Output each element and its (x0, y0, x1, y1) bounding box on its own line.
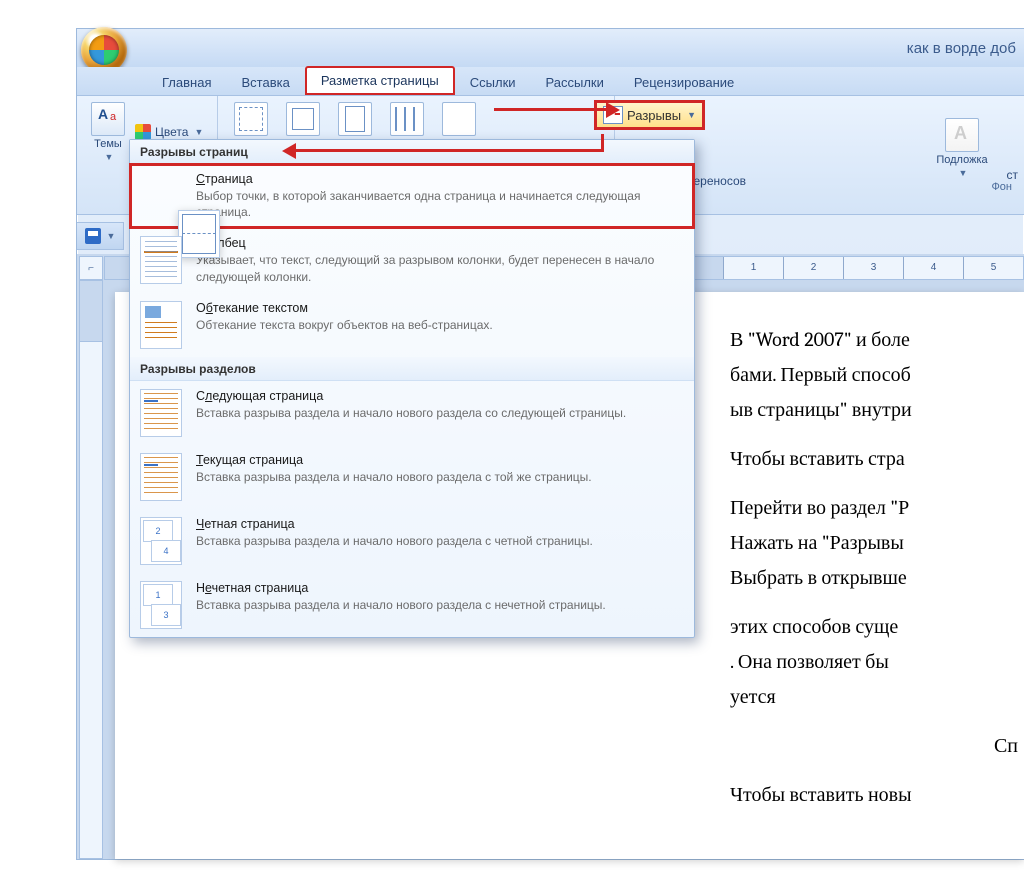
columns-button[interactable] (382, 100, 432, 138)
chevron-down-icon: ▼ (687, 110, 696, 120)
menu-item-even-page[interactable]: 24 Четная страница Вставка разрыва разде… (130, 509, 694, 573)
size-button[interactable] (330, 100, 380, 138)
ruler-tick: 1 (723, 257, 783, 279)
menu-item-desc: Обтекание текста вокруг объектов на веб-… (196, 317, 493, 333)
ruler-tick: 4 (903, 257, 963, 279)
quick-access-toolbar: ▼ (77, 222, 124, 250)
breaks-label: Разрывы (627, 108, 681, 123)
colors-icon (135, 124, 151, 140)
themes-label: Темы (94, 138, 122, 150)
orientation-icon (286, 102, 320, 136)
dropdown-section-header: Разрывы страниц (130, 140, 694, 164)
menu-item-desc: Вставка разрыва раздела и начало нового … (196, 405, 626, 421)
tab-mailings[interactable]: Рассылки (531, 69, 619, 95)
columns-icon (390, 102, 424, 136)
arrow-head-icon (606, 102, 620, 118)
tab-references[interactable]: Ссылки (455, 69, 531, 95)
chevron-down-icon: ▼ (959, 168, 968, 178)
tab-insert[interactable]: Вставка (226, 69, 304, 95)
column-break-icon (140, 236, 182, 284)
tab-review[interactable]: Рецензирование (619, 69, 749, 95)
menu-item-desc: Вставка разрыва раздела и начало нового … (196, 533, 593, 549)
page-break-icon (178, 210, 220, 258)
menu-item-desc: Вставка разрыва раздела и начало нового … (196, 597, 606, 613)
annotation-arrow (601, 134, 604, 152)
tab-home[interactable]: Главная (147, 69, 226, 95)
watermark-button[interactable]: Подложка ▼ (937, 116, 987, 180)
group-label: Фон (908, 180, 1016, 194)
odd-page-icon: 13 (140, 581, 182, 629)
menu-item-page-break[interactable]: Страница Выбор точки, в которой заканчив… (130, 164, 694, 228)
arrow-head-icon (282, 143, 296, 159)
menu-item-title: Текущая страница (196, 453, 592, 467)
text-wrapping-icon (140, 301, 182, 349)
menu-item-desc: Вставка разрыва раздела и начало нового … (196, 469, 592, 485)
group-background: Подложка ▼ ст Фон (900, 96, 1024, 196)
annotation-arrow (494, 108, 608, 111)
ruler-tick: 2 (783, 257, 843, 279)
title-bar: как в ворде доб (77, 29, 1024, 67)
chevron-down-icon: ▼ (194, 127, 203, 137)
menu-item-text-wrapping[interactable]: Обтекание текстом Обтекание текста вокру… (130, 293, 694, 357)
dropdown-section-header: Разрывы разделов (130, 357, 694, 381)
menu-item-next-page[interactable]: Следующая страница Вставка разрыва разде… (130, 381, 694, 445)
ruler-corner[interactable]: ⌐ (79, 256, 103, 280)
size-icon (338, 102, 372, 136)
even-page-icon: 24 (140, 517, 182, 565)
menu-item-desc: Указывает, что текст, следующий за разры… (196, 252, 656, 284)
menu-item-title: Нечетная страница (196, 581, 606, 595)
breaks-dropdown: Разрывы страниц Страница Выбор точки, в … (129, 139, 695, 638)
menu-item-odd-page[interactable]: 13 Нечетная страница Вставка разрыва раз… (130, 573, 694, 637)
menu-item-desc: Выбор точки, в которой заканчивается одн… (196, 188, 656, 220)
partial-text: ст (1007, 168, 1019, 182)
paper-button[interactable] (434, 100, 484, 138)
continuous-icon (140, 453, 182, 501)
ruler-tick: 3 (843, 257, 903, 279)
colors-label: Цвета (155, 125, 188, 139)
menu-item-title: Столбец (196, 236, 656, 250)
menu-item-title: Страница (196, 172, 656, 186)
ribbon-tabs: Главная Вставка Разметка страницы Ссылки… (77, 67, 1024, 96)
orientation-button[interactable] (278, 100, 328, 138)
ruler-tick: 5 (963, 257, 1023, 279)
watermark-icon (945, 118, 979, 152)
menu-item-title: Обтекание текстом (196, 301, 493, 315)
next-page-icon (140, 389, 182, 437)
margins-icon (234, 102, 268, 136)
menu-item-title: Следующая страница (196, 389, 626, 403)
margins-button[interactable] (226, 100, 276, 138)
themes-icon (91, 102, 125, 136)
annotation-arrow (294, 149, 604, 152)
save-icon[interactable] (85, 228, 101, 244)
menu-item-continuous[interactable]: Текущая страница Вставка разрыва раздела… (130, 445, 694, 509)
menu-item-title: Четная страница (196, 517, 593, 531)
chevron-down-icon: ▼ (105, 152, 114, 162)
window-title: как в ворде доб (907, 40, 1016, 57)
document-text[interactable]: В "Word 2007" и болебами. Первый способы… (730, 322, 1018, 826)
watermark-label: Подложка (936, 154, 987, 166)
themes-button[interactable]: Темы ▼ (89, 100, 127, 164)
paper-icon (442, 102, 476, 136)
tab-page-layout[interactable]: Разметка страницы (305, 66, 455, 95)
chevron-down-icon[interactable]: ▼ (107, 231, 116, 241)
vertical-ruler[interactable] (79, 280, 103, 859)
